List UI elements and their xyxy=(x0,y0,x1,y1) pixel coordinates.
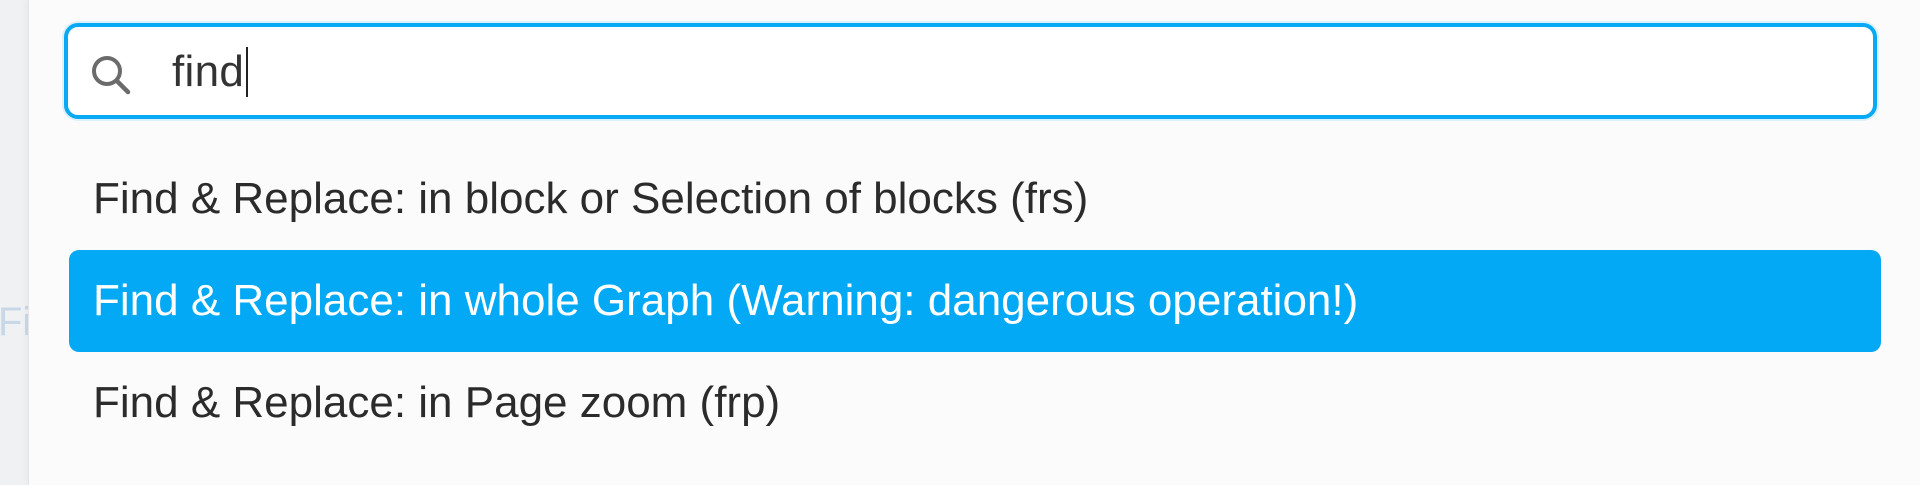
search-field[interactable]: find xyxy=(64,23,1877,119)
result-label: Find & Replace: in block or Selection of… xyxy=(93,174,1089,223)
results-list: Find & Replace: in block or Selection of… xyxy=(69,148,1881,454)
result-label: Find & Replace: in Page zoom (frp) xyxy=(93,378,781,427)
result-item-find-replace-graph[interactable]: Find & Replace: in whole Graph (Warning:… xyxy=(69,250,1881,352)
background-page-text: Fi xyxy=(0,300,32,344)
result-label: Find & Replace: in whole Graph (Warning:… xyxy=(93,276,1359,325)
search-icon xyxy=(90,54,132,96)
result-item-find-replace-block[interactable]: Find & Replace: in block or Selection of… xyxy=(69,148,1881,250)
search-input[interactable]: find xyxy=(172,47,249,97)
command-palette: find Find & Replace: in block or Selecti… xyxy=(28,0,1920,485)
result-item-find-replace-page[interactable]: Find & Replace: in Page zoom (frp) xyxy=(69,352,1881,454)
app-stage: Fi find Find & Replace: in block or Sele… xyxy=(0,0,1920,485)
search-input-value: find xyxy=(172,47,245,96)
text-caret xyxy=(246,47,249,97)
